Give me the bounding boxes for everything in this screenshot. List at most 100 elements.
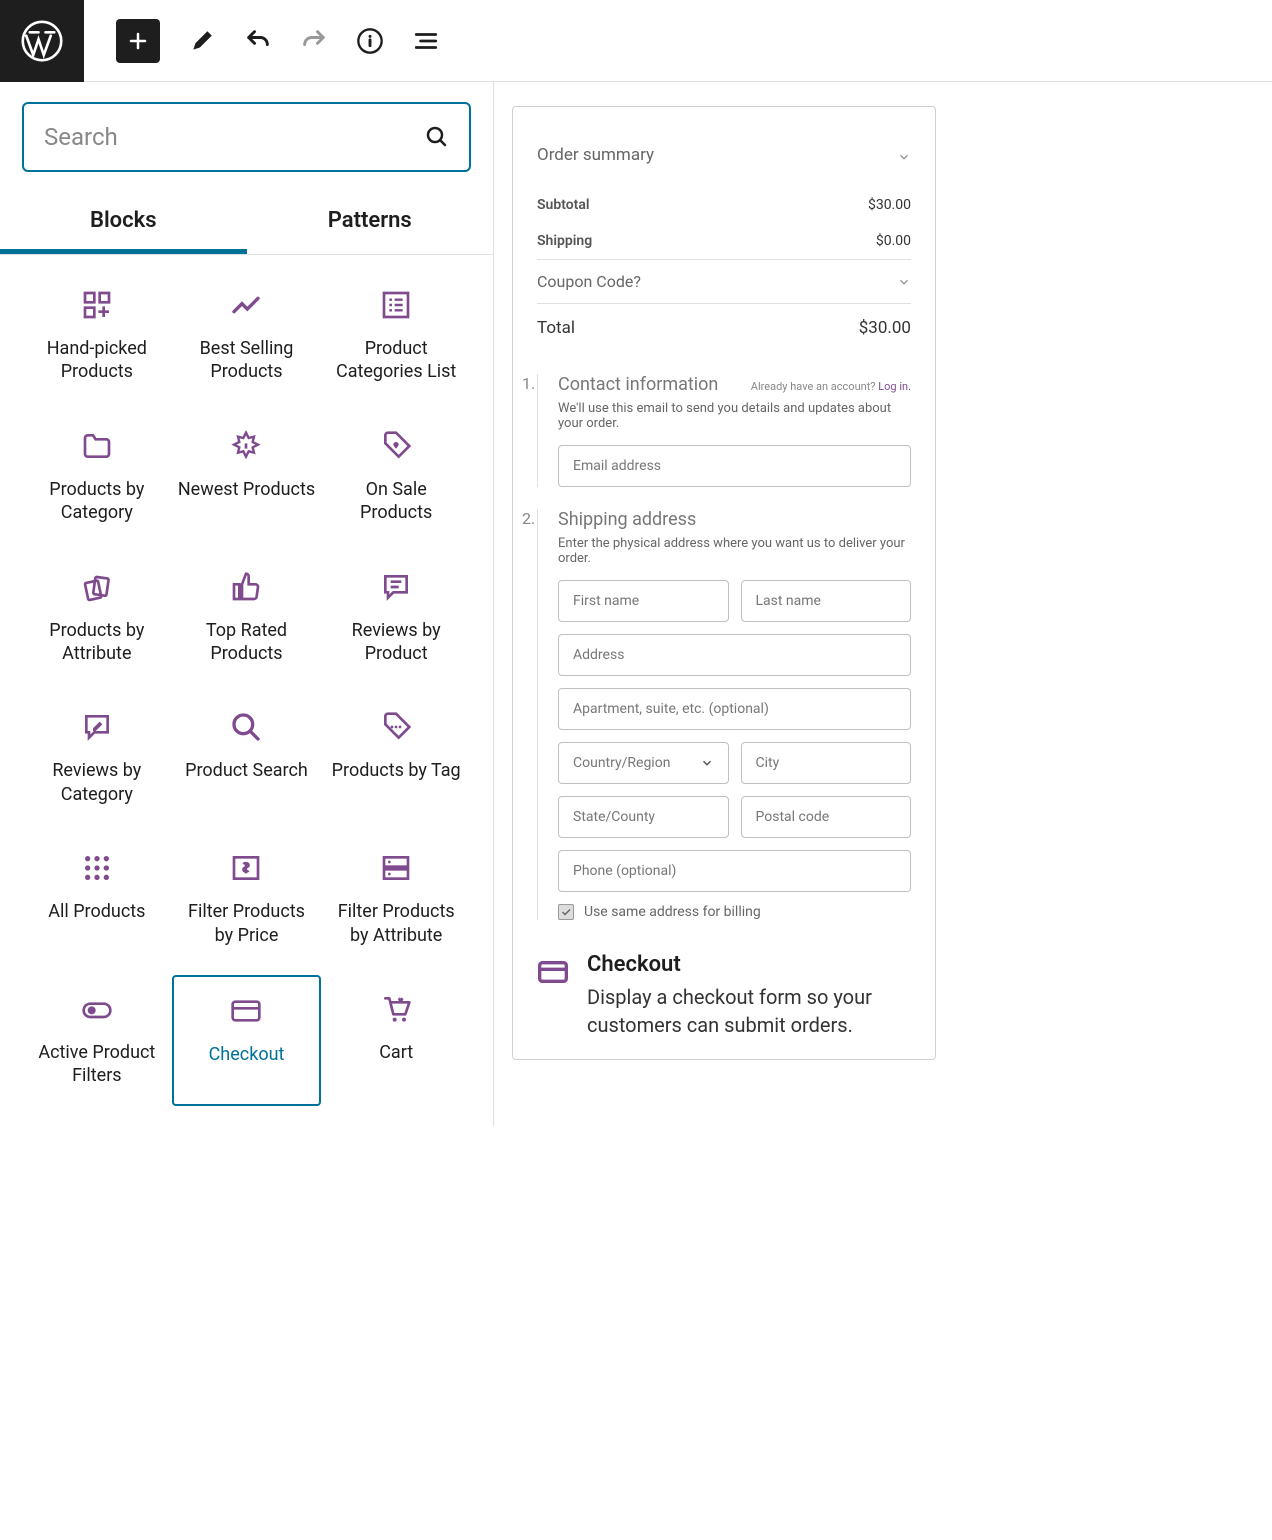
block-label: On Sale Products — [327, 478, 465, 525]
outline-button[interactable] — [412, 27, 440, 55]
apartment-field[interactable]: Apartment, suite, etc. (optional) — [558, 688, 911, 730]
coupon-toggle[interactable]: Coupon Code? — [537, 260, 911, 304]
cards-icon — [81, 571, 113, 603]
tag-dots-icon — [380, 711, 412, 743]
redo-icon — [300, 27, 328, 55]
block-products-by-category[interactable]: Products by Category — [22, 412, 172, 543]
block-label: Reviews by Product — [327, 619, 465, 666]
block-on-sale-products[interactable]: On Sale Products — [321, 412, 471, 543]
block-active-product-filters[interactable]: Active Product Filters — [22, 975, 172, 1106]
add-block-button[interactable] — [116, 19, 160, 63]
block-label: Cart — [379, 1041, 413, 1064]
undo-button[interactable] — [244, 27, 272, 55]
inserter-tabs: Blocks Patterns — [0, 192, 493, 255]
folder-icon — [81, 430, 113, 462]
chevron-down-icon — [897, 275, 911, 289]
same-address-label: Use same address for billing — [584, 904, 761, 920]
toggle-icon — [81, 993, 113, 1025]
tag-heart-icon — [380, 430, 412, 462]
list-icon — [413, 28, 439, 54]
info-icon — [356, 27, 384, 55]
block-label: Filter Products by Price — [178, 900, 316, 947]
login-link[interactable]: Log in. — [878, 380, 911, 393]
subtotal-value: $30.00 — [868, 197, 911, 213]
last-name-field[interactable]: Last name — [741, 580, 912, 622]
block-label: Products by Attribute — [28, 619, 166, 666]
block-label: Filter Products by Attribute — [327, 900, 465, 947]
state-field[interactable]: State/County — [558, 796, 729, 838]
checkout-preview-card: Order summary Subtotal $30.00 Shipping $… — [512, 106, 936, 1060]
block-label: Top Rated Products — [178, 619, 316, 666]
order-summary-section: Order summary Subtotal $30.00 Shipping $… — [537, 127, 911, 260]
phone-field[interactable]: Phone (optional) — [558, 850, 911, 892]
pencil-icon — [189, 28, 215, 54]
contact-info-step: 1. Contact information Already have an a… — [537, 374, 911, 487]
search-input[interactable] — [44, 123, 425, 151]
block-newest-products[interactable]: Newest Products — [172, 412, 322, 543]
country-select[interactable]: Country/Region — [558, 742, 729, 784]
block-preview-panel: ut e / to c Order summary Subtotal $30.0… — [494, 82, 1272, 1126]
shipping-label: Shipping — [537, 233, 592, 249]
same-address-checkbox-row[interactable]: Use same address for billing — [558, 904, 911, 920]
block-label: Products by Category — [28, 478, 166, 525]
info-button[interactable] — [356, 27, 384, 55]
step-number: 1. — [522, 374, 535, 393]
top-bar — [0, 0, 1272, 82]
credit-card-icon — [537, 956, 569, 988]
postal-code-field[interactable]: Postal code — [741, 796, 912, 838]
subtotal-row: Subtotal $30.00 — [537, 187, 911, 223]
subtotal-label: Subtotal — [537, 197, 590, 213]
block-checkout[interactable]: Checkout — [172, 975, 322, 1106]
block-top-rated-products[interactable]: Top Rated Products — [172, 553, 322, 684]
block-label: Newest Products — [178, 478, 315, 501]
block-inserter-sidebar: Blocks Patterns Hand-picked Products Bes… — [0, 82, 494, 1126]
step-number: 2. — [522, 509, 535, 528]
block-filter-products-by-price[interactable]: Filter Products by Price — [172, 834, 322, 965]
credit-card-icon — [230, 995, 262, 1027]
block-product-search[interactable]: Product Search — [172, 693, 322, 824]
block-label: Product Categories List — [327, 337, 465, 384]
step-description: We'll use this email to send you details… — [558, 401, 911, 431]
undo-icon — [244, 27, 272, 55]
block-best-selling-products[interactable]: Best Selling Products — [172, 271, 322, 402]
search-icon — [425, 125, 449, 149]
trend-icon — [230, 289, 262, 321]
first-name-field[interactable]: First name — [558, 580, 729, 622]
order-summary-toggle[interactable]: Order summary — [537, 127, 911, 187]
block-products-by-attribute[interactable]: Products by Attribute — [22, 553, 172, 684]
blocks-grid: Hand-picked Products Best Selling Produc… — [22, 255, 471, 1106]
shipping-row: Shipping $0.00 — [537, 223, 911, 259]
block-product-categories-list[interactable]: Product Categories List — [321, 271, 471, 402]
block-label: Product Search — [185, 759, 308, 782]
redo-button[interactable] — [300, 27, 328, 55]
block-hand-picked-products[interactable]: Hand-picked Products — [22, 271, 172, 402]
shipping-address-step: 2. Shipping address Enter the physical a… — [537, 509, 911, 920]
plus-icon — [126, 29, 150, 53]
tab-patterns[interactable]: Patterns — [247, 192, 494, 254]
block-products-by-tag[interactable]: Products by Tag — [321, 693, 471, 824]
step-title: Shipping address — [558, 509, 696, 530]
comment-lines-icon — [380, 571, 412, 603]
block-label: Checkout — [209, 1043, 285, 1066]
block-reviews-by-product[interactable]: Reviews by Product — [321, 553, 471, 684]
wordpress-logo[interactable] — [0, 0, 84, 82]
toolbar — [84, 19, 440, 63]
block-all-products[interactable]: All Products — [22, 834, 172, 965]
block-cart[interactable]: Cart — [321, 975, 471, 1106]
email-field[interactable]: Email address — [558, 445, 911, 487]
city-field[interactable]: City — [741, 742, 912, 784]
block-label: All Products — [48, 900, 145, 923]
edit-button[interactable] — [188, 27, 216, 55]
block-label: Hand-picked Products — [28, 337, 166, 384]
login-prompt: Already have an account? Log in. — [751, 380, 911, 393]
block-filter-products-by-attribute[interactable]: Filter Products by Attribute — [321, 834, 471, 965]
tab-blocks[interactable]: Blocks — [0, 192, 247, 254]
chevron-down-icon — [700, 756, 714, 770]
search-box[interactable] — [22, 102, 471, 172]
address-field[interactable]: Address — [558, 634, 911, 676]
shipping-value: $0.00 — [876, 233, 911, 249]
grid-dots-icon — [81, 852, 113, 884]
order-summary-label: Order summary — [537, 137, 654, 177]
coupon-label: Coupon Code? — [537, 272, 641, 291]
block-reviews-by-category[interactable]: Reviews by Category — [22, 693, 172, 824]
